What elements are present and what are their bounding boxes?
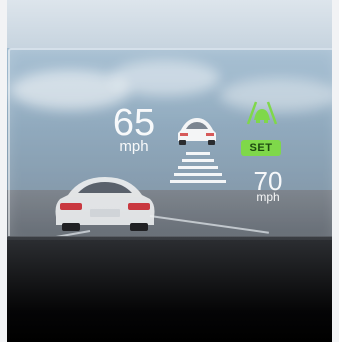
image-border (0, 0, 7, 342)
image-border (332, 0, 339, 342)
windshield-scene: SET 65 mph 70 mph (0, 0, 339, 342)
dashboard (0, 240, 339, 342)
lead-vehicle-icon (178, 118, 216, 145)
lane-assist-icon (246, 101, 278, 125)
cruise-set-badge: SET (241, 140, 281, 156)
sun-visor-glare (0, 0, 339, 48)
current-speed-unit: mph (119, 138, 149, 155)
head-up-display (8, 48, 336, 244)
current-speed: 65 (112, 102, 156, 144)
set-speed-unit: mph (256, 190, 280, 204)
following-distance-bars (170, 152, 226, 183)
